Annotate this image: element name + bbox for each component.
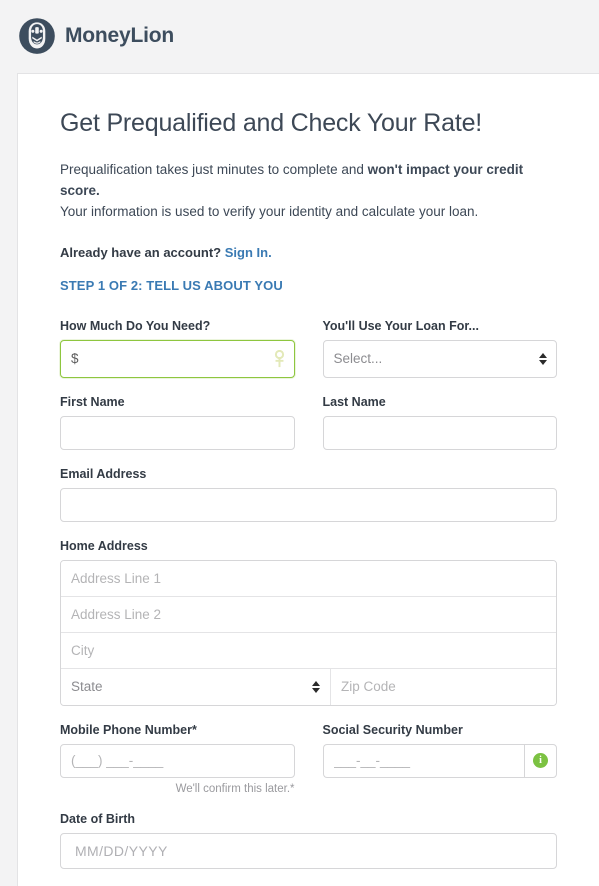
account-prompt-line: Already have an account? Sign In.	[60, 245, 557, 260]
date-of-birth-label: Date of Birth	[60, 811, 135, 826]
loan-purpose-label: You'll Use Your Loan For...	[322, 318, 479, 333]
field-mobile-phone: Mobile Phone Number* We'll confirm this …	[60, 723, 295, 795]
field-email: Email Address	[60, 467, 557, 522]
info-circle-icon: i	[533, 753, 548, 769]
loan-purpose-select-wrapper: Select...	[322, 339, 557, 378]
brand-logo[interactable]: MoneyLion	[18, 17, 174, 55]
field-ssn: Social Security Number i	[322, 722, 557, 795]
intro-text-part2: Your information is used to verify your …	[60, 203, 479, 219]
last-name-input[interactable]	[322, 415, 557, 450]
field-loan-purpose: You'll Use Your Loan For... Select...	[322, 318, 557, 378]
prequalification-form: How Much Do You Need? You'll Use Your Lo…	[60, 319, 557, 869]
field-last-name: Last Name	[322, 394, 557, 450]
address-line1-input[interactable]	[61, 560, 556, 597]
form-row-date-of-birth: Date of Birth	[60, 812, 557, 869]
form-row-phone-ssn: Mobile Phone Number* We'll confirm this …	[60, 723, 557, 795]
ssn-input-group: i	[322, 743, 557, 778]
intro-paragraph: Prequalification takes just minutes to c…	[60, 160, 557, 223]
mobile-phone-helper-text: We'll confirm this later.*	[175, 782, 295, 795]
form-row-names: First Name Last Name	[60, 395, 557, 450]
last-name-label: Last Name	[322, 394, 386, 409]
amount-input[interactable]	[60, 339, 295, 378]
form-row-home-address: Home Address State	[60, 539, 557, 706]
account-prompt-text: Already have an account?	[60, 244, 222, 260]
field-amount: How Much Do You Need?	[60, 319, 295, 378]
site-header: MoneyLion	[0, 0, 599, 72]
first-name-input[interactable]	[60, 415, 295, 450]
home-address-label: Home Address	[60, 538, 148, 553]
page-title: Get Prequalified and Check Your Rate!	[60, 109, 483, 137]
lion-head-icon	[18, 17, 56, 55]
ssn-input[interactable]	[322, 743, 524, 778]
address-group: State	[60, 559, 557, 706]
mobile-phone-input[interactable]	[60, 743, 295, 778]
address-line2-input[interactable]	[61, 596, 556, 633]
form-row-email: Email Address	[60, 467, 557, 522]
email-label: Email Address	[60, 466, 147, 481]
first-name-label: First Name	[60, 394, 125, 409]
address-state-select[interactable]: State	[61, 668, 330, 705]
field-first-name: First Name	[60, 395, 295, 450]
address-city-input[interactable]	[61, 632, 556, 669]
sign-in-link[interactable]: Sign In.	[225, 245, 272, 260]
field-home-address: Home Address State	[60, 539, 557, 706]
intro-text-part1: Prequalification takes just minutes to c…	[60, 162, 368, 177]
mobile-phone-label: Mobile Phone Number*	[60, 722, 197, 737]
address-zip-input[interactable]	[330, 668, 556, 705]
ssn-info-button[interactable]: i	[524, 743, 557, 778]
step-indicator: STEP 1 OF 2: TELL US ABOUT YOU	[60, 277, 283, 293]
address-state-zip-row: State	[61, 668, 556, 705]
address-zip-wrapper	[330, 668, 556, 705]
brand-name: MoneyLion	[65, 24, 175, 47]
loan-purpose-select[interactable]: Select...	[322, 339, 557, 378]
field-date-of-birth: Date of Birth	[60, 812, 557, 869]
ssn-label: Social Security Number	[322, 722, 463, 737]
amount-label: How Much Do You Need?	[60, 318, 211, 333]
key-icon[interactable]	[272, 349, 287, 368]
amount-input-wrapper	[60, 339, 295, 378]
form-row-amount-purpose: How Much Do You Need? You'll Use Your Lo…	[60, 319, 557, 378]
address-state-select-wrapper: State	[61, 668, 330, 705]
prequalification-card: Get Prequalified and Check Your Rate! Pr…	[17, 73, 599, 886]
email-input[interactable]	[60, 487, 557, 522]
